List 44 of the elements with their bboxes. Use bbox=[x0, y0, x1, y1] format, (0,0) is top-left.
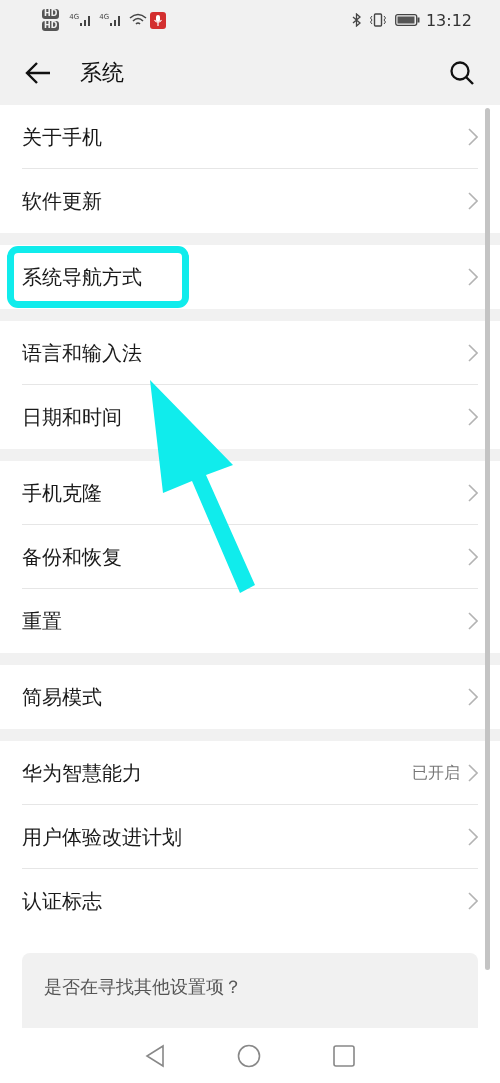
settings-row[interactable]: 日期和时间 bbox=[0, 385, 500, 449]
settings-row[interactable]: 简易模式 bbox=[0, 665, 500, 729]
search-button[interactable] bbox=[449, 59, 475, 86]
chevron-icon bbox=[468, 128, 478, 146]
row-label: 备份和恢复 bbox=[22, 543, 123, 571]
chevron-icon bbox=[468, 612, 478, 630]
hd-badge: HD bbox=[42, 9, 60, 19]
row-label: 语言和输入法 bbox=[22, 339, 143, 367]
chevron-icon bbox=[468, 484, 478, 502]
hd-badge: HD bbox=[42, 21, 60, 31]
home-button[interactable] bbox=[237, 1043, 261, 1068]
vibrate-icon bbox=[368, 13, 387, 27]
recents-button[interactable] bbox=[333, 1044, 355, 1067]
chevron-icon bbox=[468, 192, 478, 210]
row-label: 关于手机 bbox=[22, 123, 103, 151]
row-label: 重置 bbox=[22, 607, 63, 635]
page-title: 系统 bbox=[80, 58, 125, 87]
settings-row[interactable]: 软件更新 bbox=[0, 169, 500, 233]
row-label: 简易模式 bbox=[22, 683, 103, 711]
row-label: 华为智慧能力 bbox=[22, 759, 143, 787]
chevron-icon bbox=[468, 764, 478, 782]
clock-time: 13:12 bbox=[425, 10, 472, 30]
row-label: 日期和时间 bbox=[22, 403, 123, 431]
back-button[interactable] bbox=[24, 60, 52, 85]
settings-row[interactable]: 系统导航方式 bbox=[0, 245, 500, 309]
status-value: 已开启 bbox=[412, 762, 460, 784]
wifi-icon bbox=[129, 13, 148, 27]
chevron-icon bbox=[468, 408, 478, 426]
chevron-icon bbox=[468, 548, 478, 566]
chevron-icon bbox=[468, 344, 478, 362]
back-nav-button[interactable] bbox=[145, 1043, 165, 1068]
chevron-icon bbox=[468, 268, 478, 286]
suggestion-text: 是否在寻找其他设置项？ bbox=[44, 976, 242, 997]
highlighted-label: 系统导航方式 bbox=[7, 246, 189, 308]
row-label: 手机克隆 bbox=[22, 479, 103, 507]
chevron-icon bbox=[468, 688, 478, 706]
row-label: 软件更新 bbox=[22, 187, 103, 215]
row-label: 认证标志 bbox=[22, 887, 103, 915]
microphone-icon bbox=[150, 11, 167, 29]
bluetooth-icon bbox=[351, 13, 361, 27]
battery-icon bbox=[394, 14, 420, 26]
row-label: 用户体验改进计划 bbox=[22, 823, 183, 851]
chevron-icon bbox=[468, 828, 478, 846]
chevron-icon bbox=[468, 892, 478, 910]
